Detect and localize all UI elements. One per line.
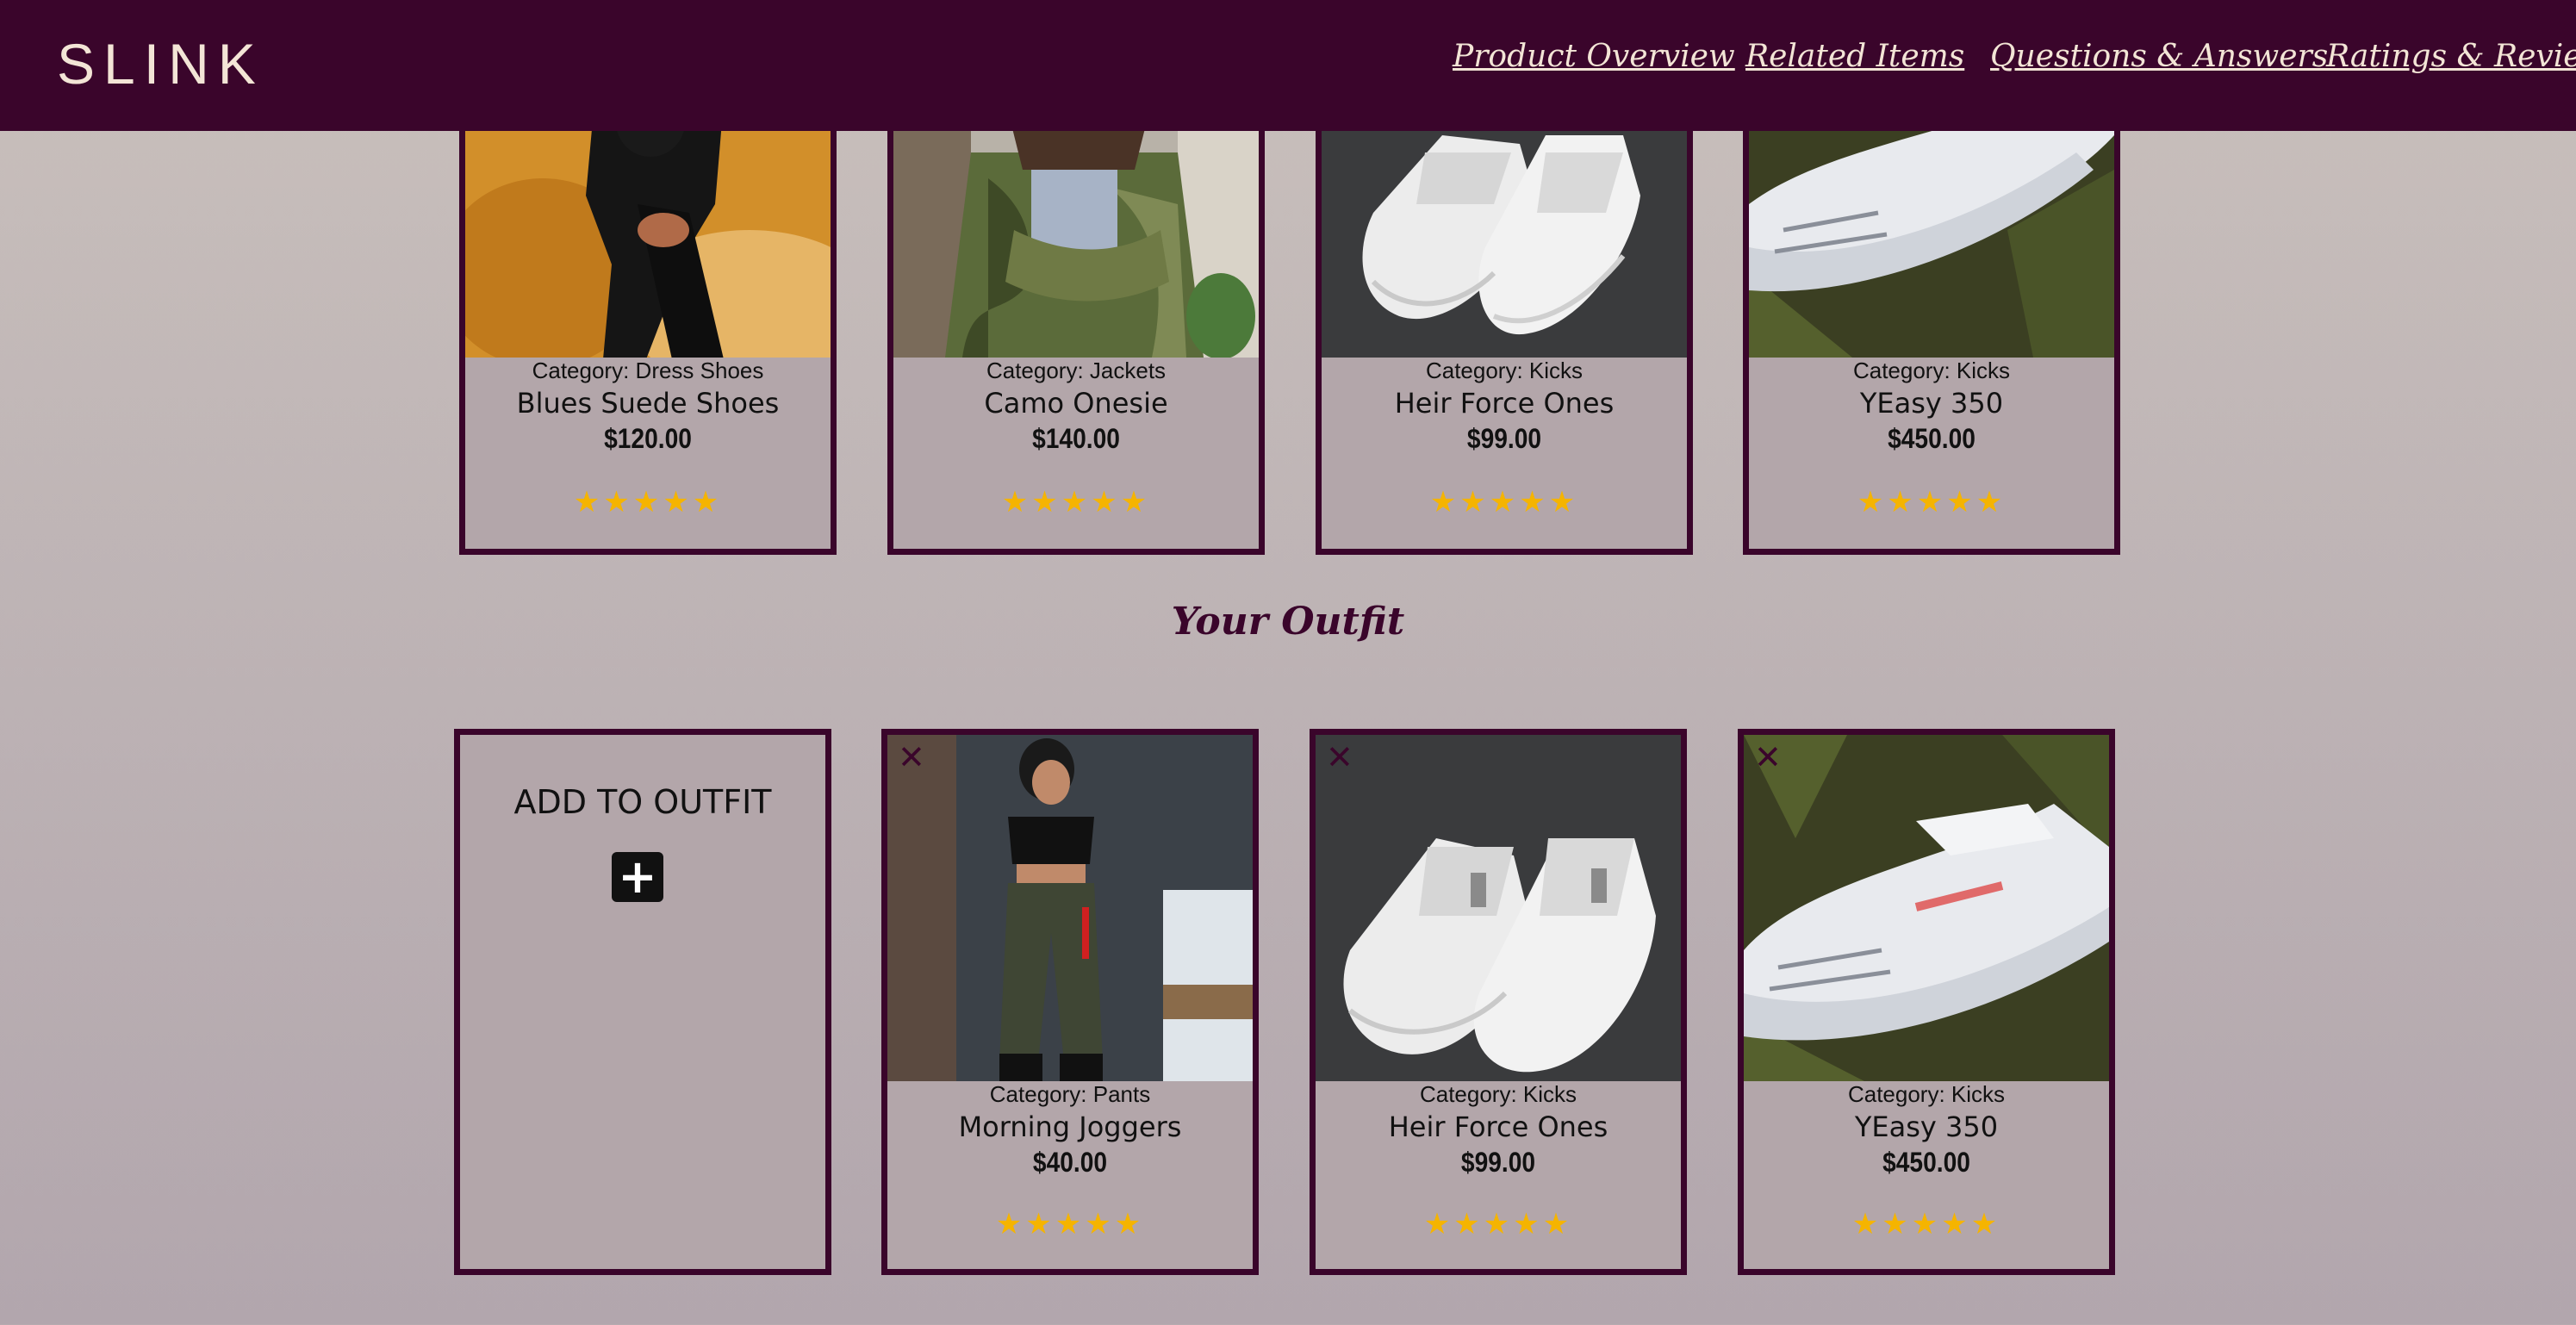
- product-name: YEasy 350: [1859, 387, 2004, 420]
- product-price: $40.00: [1032, 1147, 1108, 1178]
- product-price: $99.00: [1460, 1147, 1536, 1178]
- product-category: Category: Kicks: [1852, 358, 2011, 383]
- add-to-outfit-card[interactable]: ADD TO OUTFIT +: [454, 729, 831, 1275]
- outfit-product-card[interactable]: ✕ Category: Pants Morning Joggers $40.00…: [881, 729, 1259, 1275]
- product-price: $120.00: [604, 423, 692, 454]
- product-image: [1744, 735, 2109, 1081]
- related-product-card[interactable]: Category: Kicks YEasy 350 $450.00 ★★★★★: [1743, 95, 2120, 555]
- product-name: Heir Force Ones: [1388, 1110, 1608, 1143]
- product-name: YEasy 350: [1854, 1110, 1999, 1143]
- star-rating: ★★★★★: [1857, 485, 2007, 519]
- outfit-product-card[interactable]: ✕ Category: Kicks YEasy 350 $450.00 ★★★★…: [1738, 729, 2115, 1275]
- product-category: Category: Jackets: [986, 358, 1167, 383]
- add-to-outfit-label: ADD TO OUTFIT: [513, 783, 772, 821]
- product-name: Heir Force Ones: [1394, 387, 1615, 420]
- nav-link-product-overview[interactable]: Product Overview: [1453, 33, 1735, 81]
- product-image: [1316, 735, 1681, 1081]
- star-rating: ★★★★★: [1429, 485, 1579, 519]
- remove-icon[interactable]: ✕: [1754, 740, 1782, 774]
- nav-link-related-items[interactable]: Related Items: [1745, 33, 1964, 81]
- top-navbar: SLINK Product Overview Related Items Que…: [0, 0, 2576, 131]
- product-name: Blues Suede Shoes: [516, 387, 780, 420]
- product-category: Category: Dress Shoes: [532, 358, 764, 383]
- remove-icon[interactable]: ✕: [898, 740, 925, 774]
- product-image: [1749, 101, 2114, 358]
- star-rating: ★★★★★: [1423, 1207, 1573, 1241]
- star-rating: ★★★★★: [995, 1207, 1145, 1241]
- nav-link-ratings-reviews[interactable]: Ratings & Reviews: [2326, 33, 2576, 81]
- star-rating: ★★★★★: [1001, 485, 1151, 519]
- related-product-card[interactable]: Category: Kicks Heir Force Ones $99.00 ★…: [1316, 95, 1693, 555]
- site-logo[interactable]: SLINK: [57, 29, 264, 98]
- product-category: Category: Pants: [989, 1081, 1151, 1107]
- related-product-card[interactable]: Category: Jackets Camo Onesie $140.00 ★★…: [887, 95, 1265, 555]
- remove-icon[interactable]: ✕: [1326, 740, 1353, 774]
- product-image: [465, 101, 831, 358]
- product-image: [887, 735, 1253, 1081]
- star-rating: ★★★★★: [1851, 1207, 2001, 1241]
- product-price: $450.00: [1882, 1147, 1970, 1178]
- product-image: [893, 101, 1259, 358]
- product-name: Camo Onesie: [984, 387, 1168, 420]
- related-product-card[interactable]: Category: Dress Shoes Blues Suede Shoes …: [459, 95, 837, 555]
- product-category: Category: Kicks: [1425, 358, 1584, 383]
- product-price: $99.00: [1466, 423, 1542, 454]
- your-outfit-title: Your Outfit: [1171, 600, 1405, 644]
- product-name: Morning Joggers: [958, 1110, 1182, 1143]
- product-category: Category: Kicks: [1419, 1081, 1577, 1107]
- product-category: Category: Kicks: [1847, 1081, 2006, 1107]
- outfit-product-card[interactable]: ✕ Category: Kicks Heir Force Ones $99.00…: [1310, 729, 1687, 1275]
- nav-link-questions-answers[interactable]: Questions & Answers: [1990, 33, 2328, 81]
- add-to-outfit-button[interactable]: +: [612, 852, 663, 902]
- star-rating: ★★★★★: [573, 485, 723, 519]
- product-price: $450.00: [1888, 423, 1976, 454]
- product-price: $140.00: [1032, 423, 1120, 454]
- product-image: [1322, 101, 1687, 358]
